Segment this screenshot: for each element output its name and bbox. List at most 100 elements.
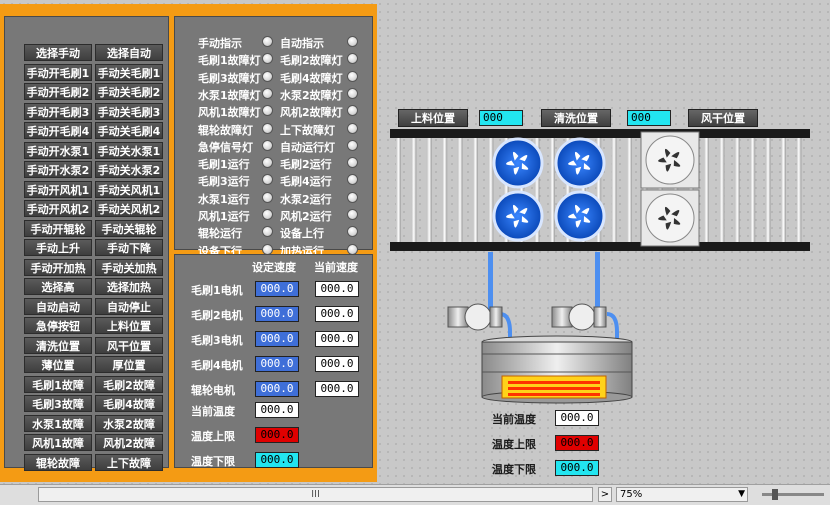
indicator-lamp [347, 70, 358, 82]
manual-button[interactable]: 手动开辊轮 [24, 219, 92, 237]
tank-temperature-value[interactable]: 000.0 [555, 460, 599, 476]
manual-button[interactable]: 薄位置 [24, 356, 92, 373]
indicator-lamp [262, 36, 273, 47]
manual-button[interactable]: 辊轮故障 [24, 453, 92, 471]
manual-button[interactable]: 手动关风机1 [95, 180, 163, 198]
manual-button[interactable]: 毛刷3故障 [24, 395, 92, 412]
manual-button[interactable]: 手动关毛刷1 [95, 63, 163, 81]
set-speed-value[interactable]: 000.0 [255, 331, 299, 347]
manual-button[interactable]: 手动关毛刷3 [95, 102, 163, 120]
zoom-select[interactable]: 75% ▼ [616, 487, 748, 502]
manual-button[interactable]: 自动启动 [24, 297, 92, 315]
tank-temperature-value: 000.0 [555, 410, 599, 426]
manual-button[interactable]: 手动开加热 [24, 258, 92, 276]
set-speed-value[interactable]: 000.0 [255, 306, 299, 322]
roller [704, 138, 709, 242]
manual-button[interactable]: 水泵2故障 [95, 414, 163, 432]
manual-button[interactable]: 手动关水泵2 [95, 161, 163, 178]
manual-button[interactable]: 毛刷2故障 [95, 375, 163, 393]
manual-button[interactable]: 手动关毛刷2 [95, 83, 163, 100]
manual-button[interactable]: 手动开风机2 [24, 200, 92, 217]
indicator-lamp [347, 105, 358, 117]
set-speed-value[interactable]: 000.0 [255, 281, 299, 297]
indicator-label: 自动指示 [280, 37, 324, 50]
indicator-lamp [347, 209, 358, 220]
manual-button[interactable]: 风干位置 [95, 336, 163, 354]
manual-button[interactable]: 急停按钮 [24, 317, 92, 334]
manual-button[interactable]: 手动开毛刷1 [24, 63, 92, 81]
manual-button[interactable]: 手动上升 [24, 239, 92, 256]
motor-label: 毛刷4电机 [191, 359, 243, 372]
manual-button[interactable]: 手动开风机1 [24, 180, 92, 198]
manual-button[interactable]: 手动开水泵1 [24, 141, 92, 159]
indicator-label: 辊轮故障灯 [198, 123, 253, 137]
indicator-lamp [347, 157, 358, 169]
manual-button[interactable]: 毛刷4故障 [95, 395, 163, 412]
manual-button[interactable]: 手动开毛刷3 [24, 102, 92, 120]
manual-button[interactable]: 手动关加热 [95, 258, 163, 276]
indicator-label: 自动运行灯 [280, 140, 335, 154]
manual-button[interactable]: 手动关毛刷4 [95, 122, 163, 139]
manual-button[interactable]: 手动开水泵2 [24, 161, 92, 178]
manual-button[interactable]: 清洗位置 [24, 336, 92, 354]
indicator-label: 毛刷4运行 [280, 175, 332, 189]
manual-button[interactable]: 选择加热 [95, 278, 163, 295]
manual-button[interactable]: 手动关辊轮 [95, 219, 163, 237]
indicator-lamp [262, 157, 273, 169]
manual-button-panel: 选择手动 选择自动 手动开毛刷1 手动关毛刷1 手动开毛刷2 手动关毛刷2 手动开毛刷3 手动… [4, 16, 169, 471]
manual-button[interactable]: 选择高 [24, 278, 92, 295]
indicator-lamp [262, 209, 273, 220]
manual-button[interactable]: 上下故障 [95, 453, 163, 471]
temperature-value[interactable]: 000.0 [255, 452, 299, 468]
indicator-lamp [262, 191, 273, 203]
current-speed-value: 000.0 [315, 356, 359, 372]
manual-button[interactable]: 手动开毛刷2 [24, 83, 92, 100]
zoom-slider[interactable] [762, 489, 824, 500]
manual-button[interactable]: 厚位置 [95, 356, 163, 373]
indicator-label: 水泵2故障灯 [280, 88, 343, 102]
load-position-button[interactable]: 上料位置 [398, 109, 468, 127]
manual-button[interactable]: 毛刷1故障 [24, 375, 92, 393]
temperature-value[interactable]: 000.0 [255, 427, 299, 443]
manual-button[interactable]: 手动下降 [95, 239, 163, 256]
roller [627, 138, 632, 242]
manual-button[interactable]: 选择手动 [24, 44, 92, 61]
indicator-lamp [262, 70, 273, 82]
set-speed-value[interactable]: 000.0 [255, 381, 299, 397]
manual-button[interactable]: 选择自动 [95, 44, 163, 61]
indicator-lamp [347, 243, 358, 255]
tank-temperature-value[interactable]: 000.0 [555, 435, 599, 451]
indicator-label: 毛刷1运行 [198, 158, 250, 172]
current-speed-value: 000.0 [315, 281, 359, 297]
roller [442, 138, 448, 242]
roller [411, 138, 417, 242]
manual-button[interactable]: 风机1故障 [24, 434, 92, 451]
manual-button[interactable]: 手动开毛刷4 [24, 122, 92, 139]
roller [781, 138, 786, 242]
roller [488, 138, 494, 242]
indicator-lamp [347, 139, 358, 151]
indicator-label: 风机2故障灯 [280, 106, 343, 120]
set-speed-value[interactable]: 000.0 [255, 356, 299, 372]
indicator-label: 毛刷3故障灯 [198, 71, 261, 85]
indicator-lamp [262, 226, 273, 238]
motor-label: 毛刷2电机 [191, 309, 243, 322]
zoom-slider-handle[interactable] [772, 489, 778, 500]
manual-button[interactable]: 手动关风机2 [95, 200, 163, 217]
dry-position-button[interactable]: 风干位置 [688, 109, 758, 127]
wash-position-button[interactable]: 清洗位置 [541, 109, 611, 127]
indicator-lamp [347, 53, 358, 65]
roller [734, 138, 740, 242]
manual-button[interactable]: 上料位置 [95, 317, 163, 334]
scroll-next-button[interactable]: > [598, 487, 612, 502]
indicator-label: 辊轮运行 [198, 227, 242, 241]
temperature-label: 温度下限 [191, 455, 235, 468]
horizontal-scrollbar[interactable]: III [38, 487, 593, 502]
manual-button[interactable]: 风机2故障 [95, 434, 163, 451]
status-bar: III > 75% ▼ [0, 484, 830, 505]
motor-label: 毛刷1电机 [191, 284, 243, 297]
manual-button[interactable]: 自动停止 [95, 297, 163, 315]
manual-button[interactable]: 手动关水泵1 [95, 141, 163, 159]
manual-button[interactable]: 水泵1故障 [24, 414, 92, 432]
current-speed-value: 000.0 [315, 306, 359, 322]
